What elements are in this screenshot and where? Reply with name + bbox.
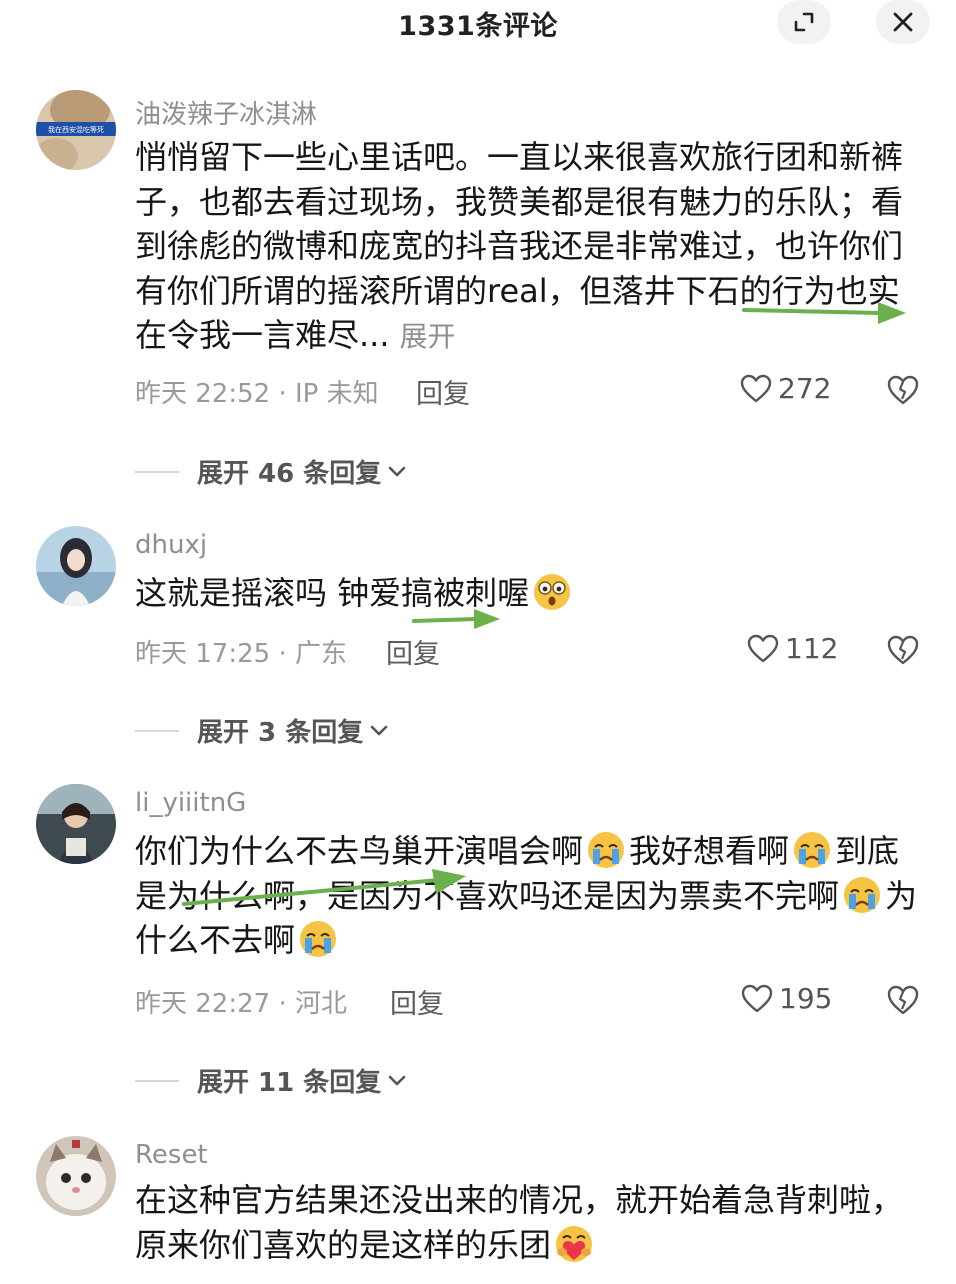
avatar[interactable] xyxy=(36,784,116,864)
crying-face-emoji-icon xyxy=(794,832,831,868)
expand-text-link[interactable]: 展开 xyxy=(400,320,456,353)
dislike-button[interactable] xyxy=(886,634,920,668)
chevron-down-icon xyxy=(388,466,406,476)
comment-text: 在这种官方结果还没出来的情况，就开始着急背刺啦，原来你们喜欢的是这样的乐团 xyxy=(135,1178,920,1267)
replies-divider xyxy=(135,729,179,732)
expand-button[interactable] xyxy=(777,0,831,44)
broken-heart-icon xyxy=(887,635,919,665)
chevron-down-icon xyxy=(388,1075,406,1085)
close-button[interactable] xyxy=(876,0,930,44)
replies-label: 展开 3 条回复 xyxy=(197,718,364,748)
comment-author[interactable]: li_yiiitnG xyxy=(135,788,246,818)
like-count: 112 xyxy=(785,632,839,665)
heart-outline-icon xyxy=(741,984,773,1012)
heart-outline-icon xyxy=(740,374,772,402)
avatar-banner-text: 我在西安混吃等死 xyxy=(48,125,104,134)
reply-button[interactable]: 回复 xyxy=(416,372,470,411)
comment-author[interactable]: Reset xyxy=(135,1140,208,1170)
dislike-button[interactable] xyxy=(886,374,920,408)
comment-text: 这就是摇滚吗 钟爱搞被刺喔 xyxy=(135,571,920,616)
avatar[interactable] xyxy=(36,1136,116,1216)
annotation-arrow-icon xyxy=(182,869,466,906)
like-count: 272 xyxy=(778,372,832,405)
chevron-down-icon xyxy=(370,725,388,735)
comment-text-content: 在这种官方结果还没出来的情况，就开始着急背刺啦，原来你们喜欢的是这样的乐团 xyxy=(135,1181,904,1264)
expand-replies-button[interactable]: 展开 11 条回复 xyxy=(135,1062,407,1099)
comments-header: 1331条评论 xyxy=(0,0,956,48)
annotation-arrow-icon xyxy=(742,302,906,324)
expand-icon xyxy=(794,12,814,32)
avatar[interactable]: 我在西安混吃等死 xyxy=(36,90,116,170)
annotation-arrow-icon xyxy=(412,609,500,629)
like-button[interactable]: 272 xyxy=(740,372,831,405)
avatar[interactable] xyxy=(36,526,116,606)
broken-heart-icon xyxy=(887,985,919,1015)
close-icon xyxy=(893,12,913,32)
comment-author[interactable]: 油泼辣子冰淇淋 xyxy=(135,94,317,131)
replies-divider xyxy=(135,1079,179,1082)
reply-button[interactable]: 回复 xyxy=(386,632,440,671)
comment-author[interactable]: dhuxj xyxy=(135,530,207,560)
crying-face-emoji-icon xyxy=(844,876,881,913)
comment-meta: 昨天 22:52 · IP 未知 xyxy=(135,379,379,409)
replies-divider xyxy=(135,470,179,473)
like-button[interactable]: 195 xyxy=(741,982,832,1015)
expand-replies-button[interactable]: 展开 46 条回复 xyxy=(135,453,407,490)
like-count: 195 xyxy=(779,982,833,1015)
replies-label: 展开 11 条回复 xyxy=(197,1068,382,1098)
expand-replies-button[interactable]: 展开 3 条回复 xyxy=(135,712,389,749)
replies-label: 展开 46 条回复 xyxy=(197,459,382,489)
dislike-button[interactable] xyxy=(886,984,920,1018)
shocked-face-emoji-icon xyxy=(534,574,571,610)
comment-text-part: 我好想看啊 xyxy=(629,832,790,870)
reply-button[interactable]: 回复 xyxy=(390,982,444,1021)
heart-outline-icon xyxy=(747,634,779,662)
broken-heart-icon xyxy=(887,375,919,405)
crying-face-emoji-icon xyxy=(300,921,337,957)
comment-meta: 昨天 22:27 · 河北 xyxy=(135,989,347,1019)
heart-hug-emoji-icon xyxy=(556,1225,593,1262)
like-button[interactable]: 112 xyxy=(747,632,838,665)
crying-face-emoji-icon xyxy=(588,832,625,868)
comment-meta: 昨天 17:25 · 广东 xyxy=(135,639,347,669)
